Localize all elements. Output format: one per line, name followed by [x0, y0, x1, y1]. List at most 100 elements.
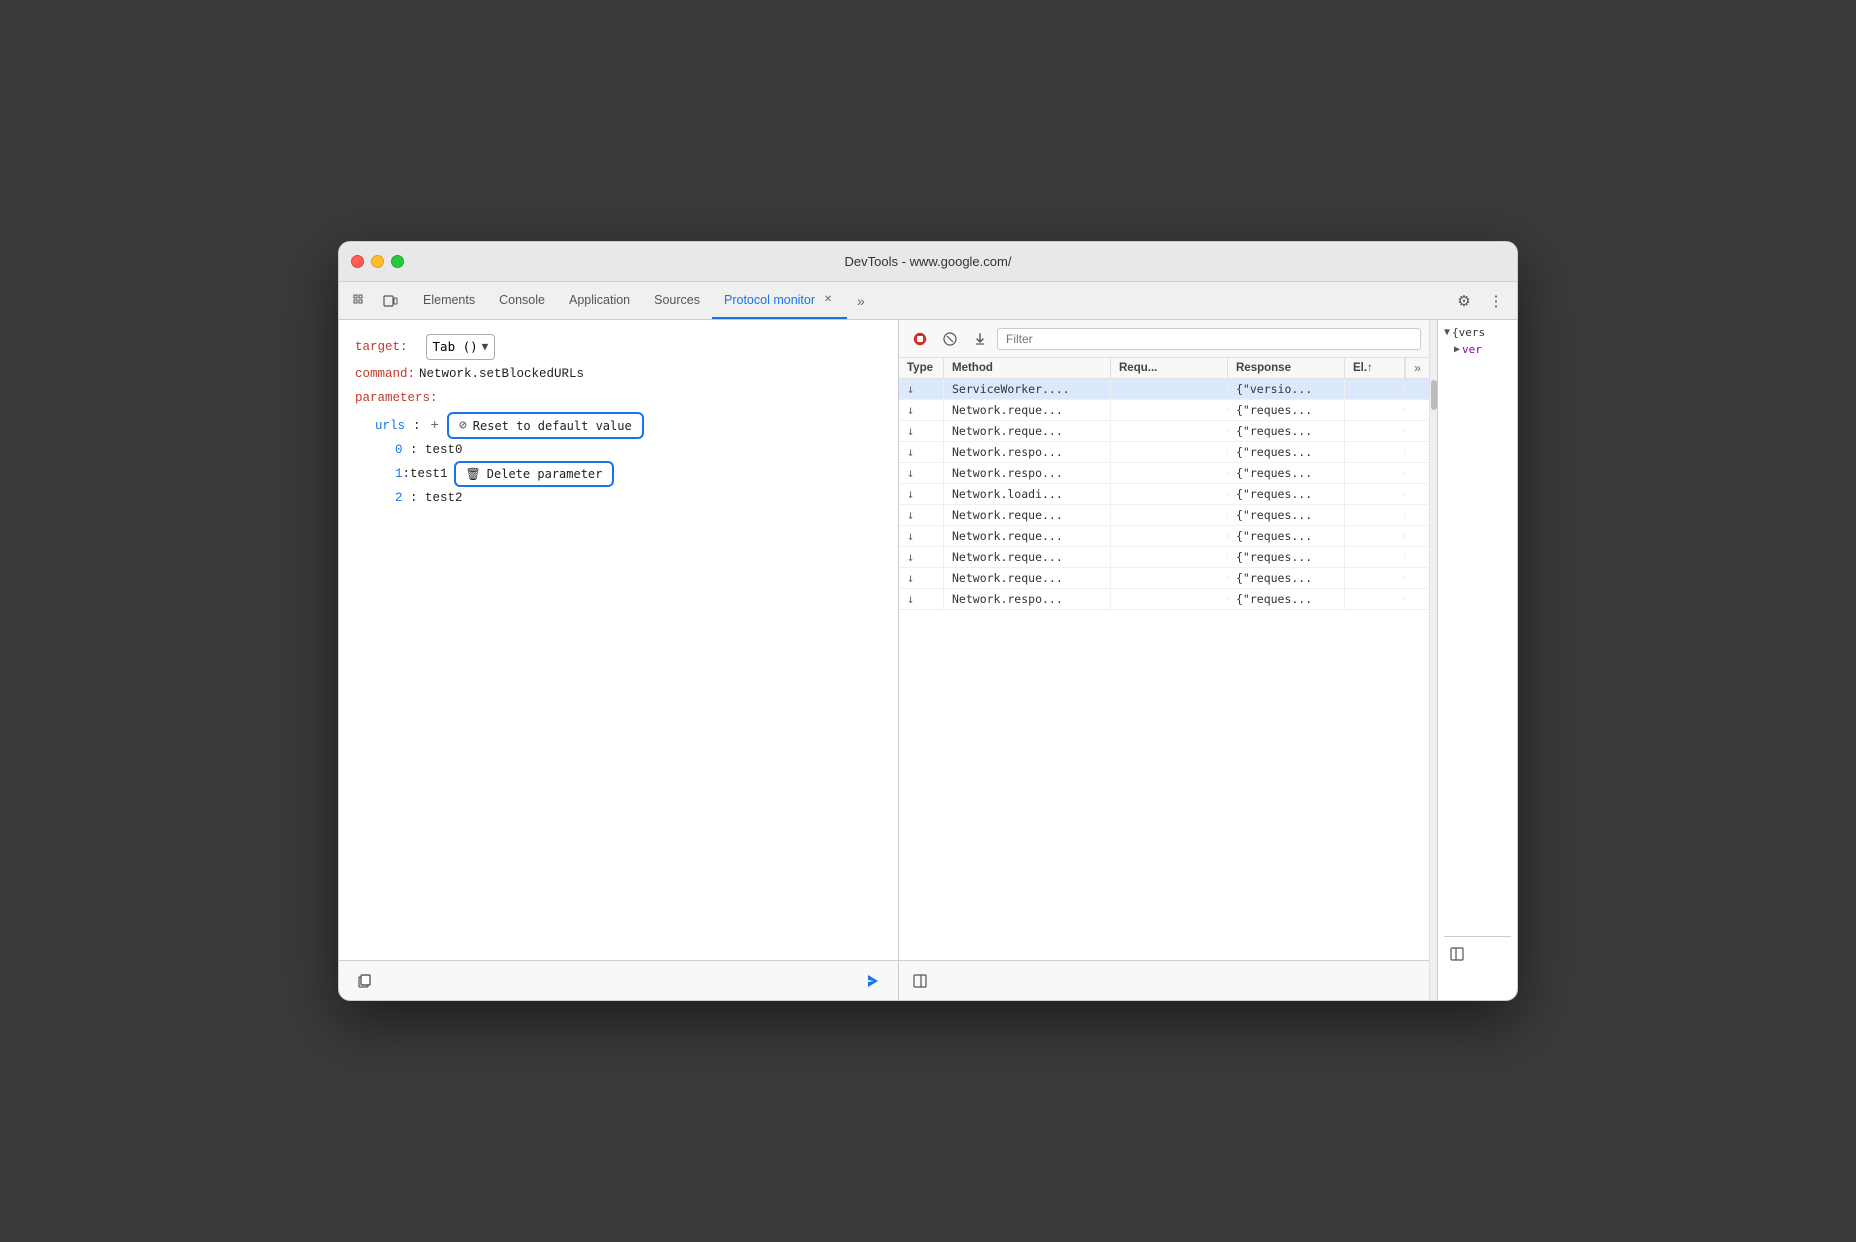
cell-method: Network.reque... [944, 526, 1111, 546]
table-row[interactable]: ↓ Network.respo... {"reques... [899, 463, 1429, 484]
table-row[interactable]: ↓ Network.reque... {"reques... [899, 400, 1429, 421]
cell-response: {"reques... [1228, 526, 1345, 546]
tab-console[interactable]: Console [487, 282, 557, 319]
table-row[interactable]: ↓ Network.loadi... {"reques... [899, 484, 1429, 505]
cursor-icon[interactable] [347, 288, 373, 314]
left-panel: target: Tab () ▼ command: Network.setBlo… [339, 320, 899, 1000]
devtools-window: DevTools - www.google.com/ Ele [338, 241, 1518, 1001]
tab-close-icon[interactable]: ✕ [821, 293, 835, 307]
tab-elements[interactable]: Elements [411, 282, 487, 319]
download-button[interactable] [967, 326, 993, 352]
delete-parameter-button[interactable]: 🗑 Delete parameter [454, 461, 615, 487]
cell-method: Network.reque... [944, 400, 1111, 420]
cell-type: ↓ [899, 463, 944, 483]
cell-request [1111, 596, 1228, 602]
reset-to-default-button[interactable]: ⊘ Reset to default value [447, 412, 644, 439]
cell-response: {"reques... [1228, 400, 1345, 420]
urls-row: urls : + ⊘ Reset to default value [375, 412, 882, 439]
pm-footer [899, 960, 1429, 1000]
cell-request [1111, 575, 1228, 581]
filter-input[interactable] [997, 328, 1421, 350]
cell-elapsed [1345, 449, 1405, 455]
table-row[interactable]: ↓ Network.respo... {"reques... [899, 442, 1429, 463]
tabs-right-actions: ⚙ ⋮ [1451, 288, 1509, 314]
cell-response: {"reques... [1228, 568, 1345, 588]
cell-elapsed [1345, 575, 1405, 581]
tab-sources[interactable]: Sources [642, 282, 712, 319]
reset-icon: ⊘ [459, 418, 467, 433]
table-row[interactable]: ↓ ServiceWorker.... {"versio... [899, 379, 1429, 400]
protocol-monitor-panel: Type Method Requ... Response El.↑ » ↓ Se… [899, 320, 1429, 1000]
tabs-more-button[interactable]: » [851, 293, 871, 309]
item-index-0: 0 [395, 443, 403, 457]
traffic-lights [351, 255, 404, 268]
columns-more-icon[interactable]: » [1405, 358, 1429, 378]
send-button[interactable] [860, 968, 886, 994]
target-label: target: [355, 337, 408, 357]
pm-table[interactable]: Type Method Requ... Response El.↑ » ↓ Se… [899, 358, 1429, 960]
add-url-button[interactable]: + [431, 418, 439, 434]
close-button[interactable] [351, 255, 364, 268]
tab-application[interactable]: Application [557, 282, 642, 319]
cell-type: ↓ [899, 505, 944, 525]
cell-request [1111, 470, 1228, 476]
cell-request [1111, 407, 1228, 413]
item-value-2: test2 [425, 491, 463, 505]
header-response: Response [1228, 358, 1345, 378]
cell-request [1111, 512, 1228, 518]
minimize-button[interactable] [371, 255, 384, 268]
item-value-0: test0 [425, 443, 463, 457]
titlebar: DevTools - www.google.com/ [339, 242, 1517, 282]
command-value: Network.setBlockedURLs [419, 364, 584, 384]
pm-table-header: Type Method Requ... Response El.↑ » [899, 358, 1429, 379]
scrollbar-track[interactable] [1429, 320, 1437, 1000]
cell-method: Network.reque... [944, 421, 1111, 441]
devtools-body: target: Tab () ▼ command: Network.setBlo… [339, 320, 1517, 1000]
table-row[interactable]: ↓ Network.reque... {"reques... [899, 526, 1429, 547]
cell-method: Network.respo... [944, 589, 1111, 609]
cell-response: {"versio... [1228, 379, 1345, 399]
cell-elapsed [1345, 596, 1405, 602]
item-index-2: 2 [395, 491, 403, 505]
target-row: target: Tab () ▼ [355, 334, 882, 360]
table-row[interactable]: ↓ Network.reque... {"reques... [899, 505, 1429, 526]
item-value-1: test1 [410, 467, 448, 481]
settings-icon[interactable]: ⚙ [1451, 288, 1477, 314]
cell-method: Network.loadi... [944, 484, 1111, 504]
cell-type: ↓ [899, 484, 944, 504]
parameters-label: parameters: [355, 388, 438, 408]
device-toggle-icon[interactable] [377, 288, 403, 314]
more-options-icon[interactable]: ⋮ [1483, 288, 1509, 314]
target-select[interactable]: Tab () ▼ [426, 334, 496, 360]
tab-protocol-monitor[interactable]: Protocol monitor ✕ [712, 282, 847, 319]
detail-footer-icon[interactable] [1444, 941, 1470, 967]
detail-line2: ver [1462, 343, 1482, 356]
cell-type: ↓ [899, 568, 944, 588]
cell-request [1111, 554, 1228, 560]
clear-button[interactable] [937, 326, 963, 352]
cell-request [1111, 386, 1228, 392]
cell-elapsed [1345, 386, 1405, 392]
cell-response: {"reques... [1228, 589, 1345, 609]
urls-colon: : [413, 419, 421, 433]
cell-type: ↓ [899, 589, 944, 609]
cell-elapsed [1345, 554, 1405, 560]
trash-icon: 🗑 [466, 467, 481, 481]
cell-response: {"reques... [1228, 484, 1345, 504]
table-row[interactable]: ↓ Network.reque... {"reques... [899, 421, 1429, 442]
table-row[interactable]: ↓ Network.respo... {"reques... [899, 589, 1429, 610]
table-row[interactable]: ↓ Network.reque... {"reques... [899, 547, 1429, 568]
sidebar-toggle-icon[interactable] [907, 968, 933, 994]
cell-type: ↓ [899, 526, 944, 546]
maximize-button[interactable] [391, 255, 404, 268]
pm-toolbar [899, 320, 1429, 358]
cell-method: Network.reque... [944, 505, 1111, 525]
right-panel-inner: Type Method Requ... Response El.↑ » ↓ Se… [899, 320, 1517, 1000]
cell-response: {"reques... [1228, 463, 1345, 483]
header-method: Method [944, 358, 1111, 378]
left-footer [339, 960, 898, 1000]
copy-icon[interactable] [351, 968, 377, 994]
parameters-row: parameters: [355, 388, 882, 408]
record-stop-button[interactable] [907, 326, 933, 352]
table-row[interactable]: ↓ Network.reque... {"reques... [899, 568, 1429, 589]
